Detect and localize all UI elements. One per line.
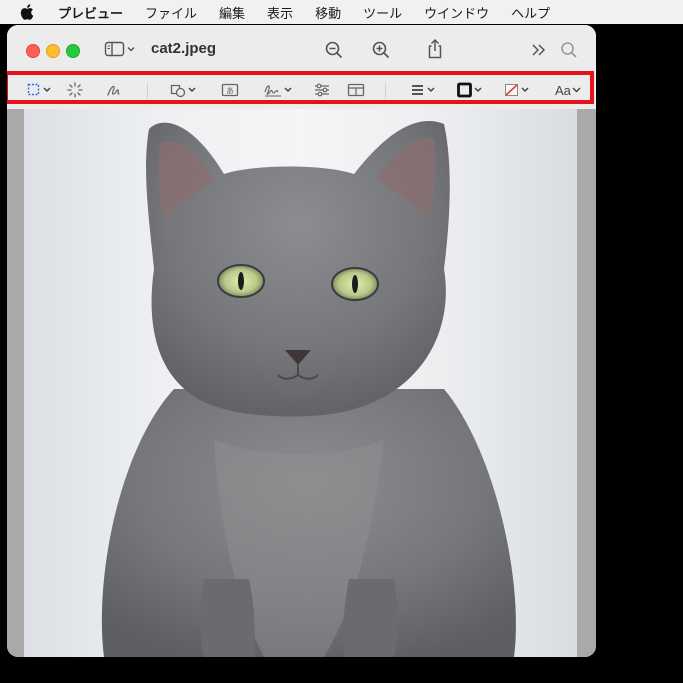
svg-text:あ: あ	[226, 87, 234, 96]
preview-window: cat2.jpeg あ Aa	[7, 25, 596, 657]
page-layout-icon	[347, 83, 365, 97]
menu-view[interactable]: 表示	[256, 3, 304, 22]
menu-edit[interactable]: 編集	[208, 3, 256, 22]
fill-color-icon	[505, 84, 529, 96]
search-button[interactable]	[560, 41, 578, 59]
menu-window[interactable]: ウインドウ	[413, 3, 500, 22]
chevron-down-icon	[572, 87, 581, 93]
sketch-tool[interactable]	[106, 79, 122, 101]
instant-alpha-tool[interactable]	[67, 79, 83, 101]
apple-menu-icon[interactable]	[20, 4, 40, 20]
zoom-in-icon	[372, 41, 390, 59]
cat-photo	[24, 109, 577, 657]
zoom-button[interactable]	[66, 44, 80, 58]
signature-tool[interactable]	[263, 79, 295, 101]
selection-tool[interactable]	[27, 79, 55, 101]
menu-help[interactable]: ヘルプ	[500, 3, 561, 22]
search-icon	[561, 42, 577, 58]
zoom-in-button[interactable]	[371, 40, 391, 60]
adjust-color-tool[interactable]	[314, 79, 330, 101]
close-button[interactable]	[26, 44, 40, 58]
toolbar-separator	[147, 83, 148, 99]
page-layout-tool[interactable]	[347, 79, 365, 101]
line-style-icon	[412, 85, 435, 95]
more-icon	[532, 44, 546, 56]
menu-file[interactable]: ファイル	[134, 3, 208, 22]
shapes-tool[interactable]	[170, 79, 200, 101]
menu-app-name[interactable]: プレビュー	[56, 3, 134, 22]
cat-illustration	[101, 121, 516, 657]
fill-color-tool[interactable]	[504, 79, 532, 101]
more-toolbar-button[interactable]	[530, 41, 548, 59]
text-box-icon: あ	[221, 83, 239, 97]
adjust-color-icon	[315, 83, 329, 97]
border-color-icon	[457, 82, 482, 98]
shapes-icon	[170, 84, 196, 98]
zoom-out-button[interactable]	[324, 40, 344, 60]
markup-toolbar: あ Aa	[7, 71, 596, 109]
document-area	[7, 109, 596, 657]
menu-tools[interactable]: ツール	[352, 3, 413, 22]
zoom-out-icon	[325, 41, 343, 59]
minimize-button[interactable]	[46, 44, 60, 58]
signature-icon	[264, 85, 292, 97]
text-style-tool[interactable]: Aa	[555, 79, 585, 101]
border-color-tool[interactable]	[457, 79, 485, 101]
menu-bar: プレビュー ファイル 編集 表示 移動 ツール ウインドウ ヘルプ	[0, 0, 683, 24]
share-icon	[428, 38, 442, 59]
rectangular-selection-icon	[27, 83, 51, 96]
title-bar: cat2.jpeg	[7, 25, 596, 73]
menu-go[interactable]: 移動	[304, 3, 352, 22]
instant-alpha-icon	[67, 82, 83, 98]
line-style-tool[interactable]	[410, 79, 438, 101]
toolbar-separator	[385, 83, 386, 99]
window-title: cat2.jpeg	[151, 40, 217, 57]
sketch-icon	[107, 85, 120, 96]
sidebar-toggle-button[interactable]	[104, 39, 138, 59]
sidebar-toggle-icon	[104, 41, 135, 57]
text-box-tool[interactable]: あ	[221, 79, 239, 101]
text-style-label: Aa	[555, 82, 571, 98]
share-button[interactable]	[425, 38, 445, 60]
